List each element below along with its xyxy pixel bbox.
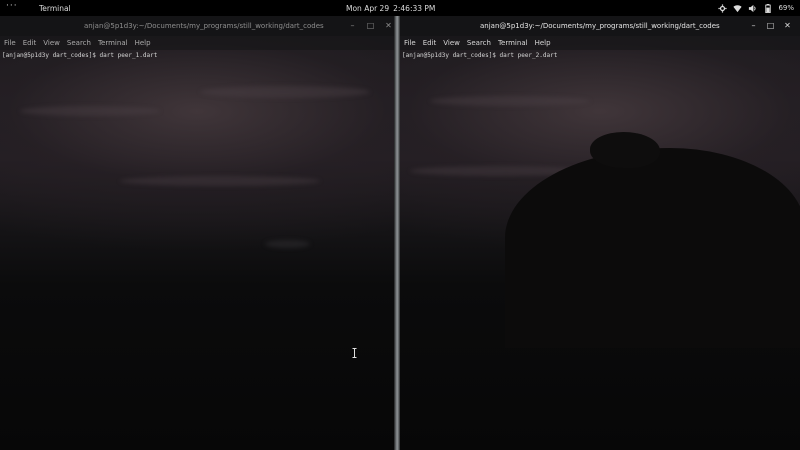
battery-icon[interactable]: [763, 3, 772, 13]
top-panel: ··· Terminal Mon Apr 29 2:46:33 PM 69%: [0, 0, 800, 16]
volume-icon[interactable]: [748, 4, 757, 13]
menu-view[interactable]: View: [443, 39, 460, 47]
close-icon[interactable]: ✕: [384, 21, 393, 30]
menu-search[interactable]: Search: [67, 39, 91, 47]
menu-file[interactable]: File: [404, 39, 416, 47]
menu-help[interactable]: Help: [535, 39, 551, 47]
maximize-icon[interactable]: □: [766, 21, 775, 30]
rock-silhouette: [505, 148, 800, 348]
status-area[interactable]: 69%: [718, 1, 794, 15]
prompt-line: [anjan@5p1d3y dart_codes]$ dart peer_1.d…: [2, 52, 158, 59]
clock[interactable]: Mon Apr 29 2:46:33 PM: [346, 4, 439, 13]
activities-button[interactable]: ···: [6, 2, 18, 11]
desktop: ··· Terminal Mon Apr 29 2:46:33 PM 69% a…: [0, 0, 800, 450]
maximize-icon[interactable]: □: [366, 21, 375, 30]
wifi-icon[interactable]: [733, 4, 742, 13]
menu-search[interactable]: Search: [467, 39, 491, 47]
terminal-window-left[interactable]: anjan@5p1d3y:~/Documents/my_programs/sti…: [0, 16, 394, 450]
menu-edit[interactable]: Edit: [423, 39, 437, 47]
menu-edit[interactable]: Edit: [23, 39, 37, 47]
menu-terminal[interactable]: Terminal: [498, 39, 528, 47]
menu-view[interactable]: View: [43, 39, 60, 47]
prompt-line: [anjan@5p1d3y dart_codes]$ dart peer_2.d…: [402, 52, 558, 59]
menubar: File Edit View Search Terminal Help: [400, 36, 800, 50]
app-menu[interactable]: Terminal: [39, 4, 71, 13]
window-title: anjan@5p1d3y:~/Documents/my_programs/sti…: [480, 22, 720, 30]
menu-terminal[interactable]: Terminal: [98, 39, 128, 47]
battery-percent: 69%: [778, 4, 794, 12]
text-cursor-icon: [352, 348, 357, 358]
clock-time: 2:46:33 PM: [393, 4, 436, 13]
close-icon[interactable]: ✕: [783, 21, 792, 30]
menubar: File Edit View Search Terminal Help: [0, 36, 394, 50]
menu-file[interactable]: File: [4, 39, 16, 47]
titlebar[interactable]: anjan@5p1d3y:~/Documents/my_programs/sti…: [400, 16, 800, 36]
titlebar[interactable]: anjan@5p1d3y:~/Documents/my_programs/sti…: [0, 16, 394, 36]
minimize-icon[interactable]: –: [348, 21, 357, 30]
window-title: anjan@5p1d3y:~/Documents/my_programs/sti…: [84, 22, 324, 30]
minimize-icon[interactable]: –: [749, 21, 758, 30]
terminal-output[interactable]: [anjan@5p1d3y dart_codes]$ dart peer_1.d…: [0, 50, 394, 450]
clock-date: Mon Apr 29: [346, 4, 390, 13]
rock-silhouette: [590, 132, 660, 168]
menu-help[interactable]: Help: [135, 39, 151, 47]
settings-icon[interactable]: [718, 3, 727, 13]
